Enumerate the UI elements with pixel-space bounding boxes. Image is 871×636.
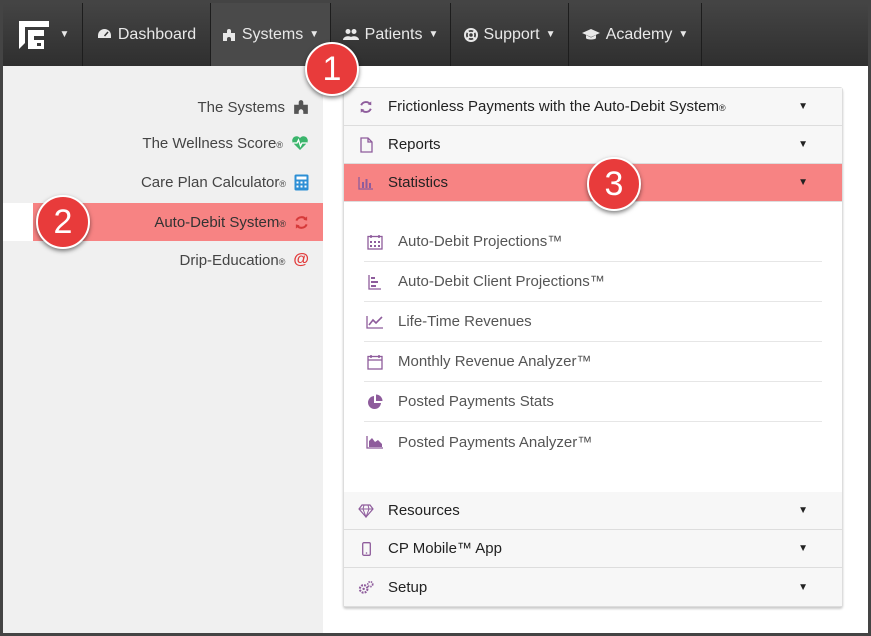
stat-auto-debit-client-projections[interactable]: Auto-Debit Client Projections™ xyxy=(364,262,822,302)
nav-support[interactable]: Support ▼ xyxy=(451,3,569,66)
calendar-icon xyxy=(367,354,383,370)
bar-chart-icon xyxy=(358,176,373,190)
chevron-down-icon: ▼ xyxy=(798,581,808,593)
nav-dashboard[interactable]: Dashboard xyxy=(83,3,211,66)
dashboard-icon xyxy=(97,29,111,38)
heartbeat-icon xyxy=(292,136,308,150)
chevron-down-icon: ▼ xyxy=(798,505,808,516)
chevron-down-icon: ▼ xyxy=(428,29,439,40)
graduation-cap-icon xyxy=(581,29,600,40)
sidebar-item-label: Drip-Education® xyxy=(179,251,286,269)
sidebar-item-drip-education[interactable]: Drip-Education® @ xyxy=(3,241,323,279)
accordion-resources[interactable]: Resources ▼ xyxy=(344,492,842,530)
logo-menu[interactable]: ▼ xyxy=(3,3,83,66)
stat-life-time-revenues[interactable]: Life-Time Revenues xyxy=(364,302,822,342)
stat-label: Auto-Debit Projections™ xyxy=(398,233,563,250)
top-navbar: ▼ Dashboard Systems ▼ Patients ▼ Support… xyxy=(3,3,868,66)
sidebar-item-care-plan-calculator[interactable]: Care Plan Calculator® xyxy=(3,163,323,201)
sidebar-item-label: Care Plan Calculator® xyxy=(140,173,286,191)
sidebar-item-label: Auto-Debit System® xyxy=(154,213,286,231)
mobile-icon xyxy=(361,541,371,556)
at-icon: @ xyxy=(293,251,309,268)
stat-label: Auto-Debit Client Projections™ xyxy=(398,273,605,290)
nav-support-label: Support xyxy=(483,25,540,43)
calendar-grid-icon xyxy=(367,234,383,250)
accordion-cp-mobile-app[interactable]: CP Mobile™ App ▼ xyxy=(344,530,842,568)
nav-systems-label: Systems xyxy=(241,25,304,43)
puzzle-icon xyxy=(294,100,308,114)
line-chart-icon xyxy=(366,315,383,329)
nav-academy-label: Academy xyxy=(605,25,673,43)
chevron-down-icon: ▼ xyxy=(59,29,70,40)
app-frame: ▼ Dashboard Systems ▼ Patients ▼ Support… xyxy=(0,0,871,636)
callout-badge-1: 1 xyxy=(305,42,359,96)
gears-icon xyxy=(358,580,374,594)
stat-monthly-revenue-analyzer[interactable]: Monthly Revenue Analyzer™ xyxy=(364,342,822,382)
nav-academy[interactable]: Academy ▼ xyxy=(569,3,702,66)
stat-auto-debit-projections[interactable]: Auto-Debit Projections™ xyxy=(364,222,822,262)
document-icon xyxy=(359,136,373,153)
puzzle-icon xyxy=(222,28,235,41)
stat-label: Life-Time Revenues xyxy=(398,313,532,330)
chevron-down-icon: ▼ xyxy=(798,177,808,188)
stat-posted-payments-stats[interactable]: Posted Payments Stats xyxy=(364,382,822,422)
bar-list-icon xyxy=(368,274,381,290)
accordion-frictionless-payments[interactable]: Frictionless Payments with the Auto-Debi… xyxy=(344,88,842,126)
stat-posted-payments-analyzer[interactable]: Posted Payments Analyzer™ xyxy=(364,422,822,462)
nav-dashboard-label: Dashboard xyxy=(117,25,197,43)
sidebar-item-the-systems[interactable]: The Systems xyxy=(3,88,323,126)
chevron-down-icon: ▼ xyxy=(545,29,556,40)
accordion-label: CP Mobile™ App xyxy=(388,540,502,557)
accordion-label: Frictionless Payments with the Auto-Debi… xyxy=(388,98,726,115)
accordion-setup[interactable]: Setup ▼ xyxy=(344,568,842,606)
sidebar: The Systems The Wellness Score® Care Pla… xyxy=(3,66,323,633)
sidebar-item-label: The Systems xyxy=(197,98,285,116)
accordion-label: Reports xyxy=(388,136,441,153)
chevron-down-icon: ▼ xyxy=(798,101,808,112)
stat-label: Monthly Revenue Analyzer™ xyxy=(398,353,592,370)
logo-icon xyxy=(18,20,49,49)
sidebar-item-label: The Wellness Score® xyxy=(142,134,283,152)
callout-badge-2: 2 xyxy=(36,195,90,249)
chevron-down-icon: ▼ xyxy=(678,29,689,40)
sidebar-item-wellness-score[interactable]: The Wellness Score® xyxy=(3,124,323,162)
stat-label: Posted Payments Stats xyxy=(398,393,554,410)
accordion-label: Setup xyxy=(388,578,428,596)
area-chart-icon xyxy=(366,436,383,449)
statistics-list: Auto-Debit Projections™ Auto-Debit Clien… xyxy=(364,222,822,462)
chevron-down-icon: ▼ xyxy=(798,139,808,150)
diamond-icon xyxy=(358,503,374,518)
chevron-down-icon: ▼ xyxy=(798,543,808,554)
nav-patients-label: Patients xyxy=(364,25,423,43)
accordion-label: Statistics xyxy=(388,174,449,191)
accordion-reports[interactable]: Reports ▼ xyxy=(344,126,842,164)
accordion-label: Resources xyxy=(388,502,460,519)
chevron-down-icon: ▼ xyxy=(309,29,320,40)
calculator-icon xyxy=(294,174,309,190)
refresh-icon xyxy=(295,215,308,229)
refresh-icon xyxy=(360,100,372,113)
stat-label: Posted Payments Analyzer™ xyxy=(398,433,593,451)
callout-badge-3: 3 xyxy=(587,157,641,211)
lifebuoy-icon xyxy=(463,27,478,42)
users-icon xyxy=(342,29,359,40)
pie-chart-icon xyxy=(368,394,383,409)
